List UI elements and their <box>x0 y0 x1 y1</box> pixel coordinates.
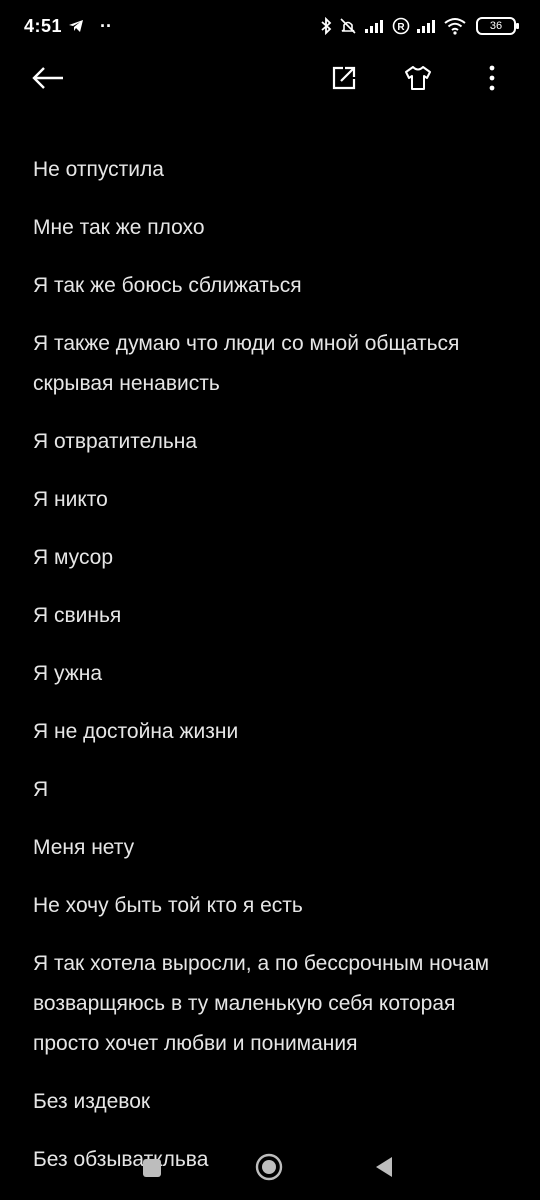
more-vertical-icon <box>488 64 496 97</box>
telegram-icon <box>68 19 84 33</box>
note-line: Я отвратительна <box>33 430 198 453</box>
square-icon <box>142 1158 162 1183</box>
note-line: Я мусор <box>33 546 114 569</box>
more-button[interactable] <box>474 62 510 98</box>
status-right: R 36 <box>320 17 519 35</box>
wifi-icon <box>444 17 466 35</box>
svg-text:R: R <box>397 22 405 33</box>
status-bar: 4:51 ·· R 36 <box>0 0 540 52</box>
note-line: Не хочу быть той кто я есть <box>33 894 303 917</box>
signal-icon <box>364 18 386 34</box>
note-line: Без издевок <box>33 1090 151 1113</box>
recents-button[interactable] <box>140 1158 164 1182</box>
tshirt-icon <box>403 64 433 97</box>
toolbar-actions <box>326 62 510 98</box>
back-nav-button[interactable] <box>372 1156 396 1182</box>
battery-level: 36 <box>489 20 503 32</box>
note-toolbar <box>0 52 540 108</box>
back-button[interactable] <box>30 62 66 98</box>
share-button[interactable] <box>326 62 362 98</box>
note-line: Не отпустила <box>33 158 164 181</box>
note-line: Я ужна <box>33 662 103 685</box>
arrow-left-icon <box>31 66 65 95</box>
note-line: Я не достойна жизни <box>33 720 239 743</box>
note-body[interactable]: Не отпустила Мне так же плохо Я так же б… <box>33 150 510 1198</box>
triangle-back-icon <box>374 1155 394 1184</box>
note-line: Я также думаю что люди со мной общаться … <box>33 332 460 395</box>
notification-dots: ·· <box>100 15 113 36</box>
home-button[interactable] <box>254 1153 284 1186</box>
note-line: Меня нету <box>33 836 135 859</box>
bluetooth-icon <box>320 17 332 35</box>
note-line: Мне так же плохо <box>33 216 205 239</box>
system-nav-bar <box>0 1136 540 1200</box>
note-line: Я <box>33 778 49 801</box>
status-time: 4:51 <box>24 15 63 36</box>
note-line: Я никто <box>33 488 108 511</box>
battery-icon: 36 <box>476 17 519 35</box>
share-external-icon <box>330 64 358 97</box>
roaming-icon: R <box>392 17 410 35</box>
signal-icon-2 <box>416 18 438 34</box>
status-left: 4:51 ·· <box>24 16 112 37</box>
note-line: Я так же боюсь сближаться <box>33 274 302 297</box>
note-line: Я так хотела выросли, а по бессрочным но… <box>33 952 490 1055</box>
home-circle-icon <box>255 1153 283 1186</box>
note-line: Я свинья <box>33 604 122 627</box>
silent-icon <box>338 17 358 35</box>
theme-button[interactable] <box>400 62 436 98</box>
